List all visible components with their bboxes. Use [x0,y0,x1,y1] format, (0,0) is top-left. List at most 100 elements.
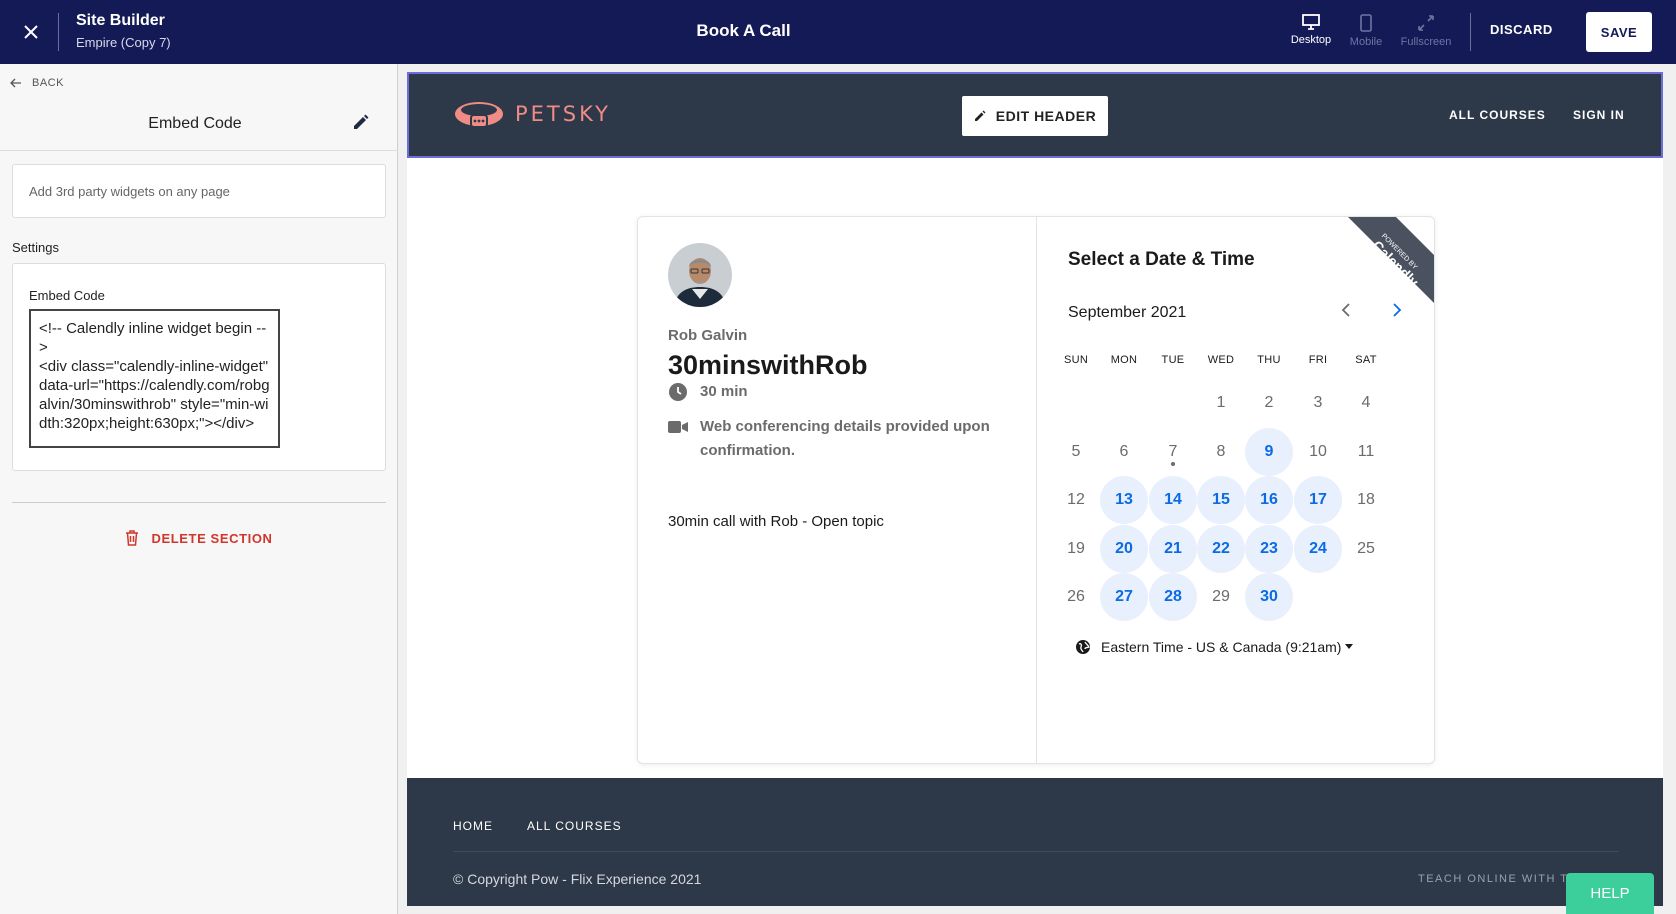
view-desktop-button[interactable]: Desktop [1281,14,1341,46]
calendar-day-number: 22 [1212,539,1230,557]
help-button[interactable]: HELP [1566,873,1654,914]
footer-copyright: © Copyright Pow - Flix Experience 2021 [453,871,702,887]
calendar-day-available[interactable]: 24 [1294,524,1342,573]
calendar-day-available[interactable]: 13 [1100,476,1148,524]
host-photo [668,243,732,307]
view-mobile-button[interactable]: Mobile [1336,14,1396,48]
nav-all-courses[interactable]: ALL COURSES [1449,108,1546,122]
view-fullscreen-button[interactable]: Fullscreen [1396,14,1456,48]
calendar-day-number: 17 [1309,491,1327,508]
footer-teach-online[interactable]: TEACH ONLINE WITH TH [1418,873,1578,885]
calendar-day-number: 20 [1115,539,1133,557]
calendar-day-number: 6 [1119,442,1129,460]
calendar-day-number: 9 [1264,442,1274,460]
calendar-day-number: 28 [1164,588,1182,605]
timezone-label: Eastern Time - US & Canada (9:21am) [1101,639,1342,655]
calendar-day-number: 29 [1212,588,1230,605]
calendar-day: 6 [1100,428,1148,476]
save-button[interactable]: SAVE [1586,12,1652,52]
event-description: 30min call with Rob - Open topic [668,513,884,530]
desktop-icon [1302,14,1320,30]
calendar-day-number: 3 [1313,394,1323,411]
pencil-icon [354,114,369,129]
topbar-divider [1470,13,1471,51]
clock-icon [669,383,687,401]
calendar-day-number: 11 [1357,442,1375,460]
divider [1036,217,1037,763]
calendly-widget: Rob Galvin 30minswithRob 30 min Web conf… [637,216,1435,764]
calendar-day-available[interactable]: 15 [1197,476,1245,524]
calendar-day: 5 [1052,428,1100,476]
calendar-day-number: 27 [1115,588,1133,605]
weekday-header: THU [1257,354,1281,366]
calendar-day-number: 5 [1071,442,1081,460]
view-mobile-label: Mobile [1349,36,1383,48]
today-indicator [1171,461,1175,466]
select-date-title: Select a Date & Time [1068,249,1255,270]
weekday-header: SUN [1063,354,1089,366]
trash-icon [126,530,139,546]
embed-code-textarea[interactable]: <!-- Calendly inline widget begin --> <d… [29,309,280,448]
calendar-day-available[interactable]: 22 [1197,524,1245,573]
duration-text: 30 min [700,383,748,400]
calendar-day-number: 14 [1164,491,1182,508]
calendar-day-number: 15 [1212,491,1230,508]
calendar-day: 1 [1197,379,1245,427]
arrow-left-icon [10,78,21,88]
delete-section-button[interactable]: DELETE SECTION [0,530,398,546]
calendar-day: 3 [1294,379,1342,427]
collar-logo-icon [455,102,503,128]
calendar-day-number: 21 [1164,539,1182,557]
conferencing-text: Web conferencing details provided upon c… [700,418,990,459]
rename-button[interactable] [352,114,369,136]
timezone-selector[interactable]: Eastern Time - US & Canada (9:21am) [1075,639,1354,655]
calendar-day-available[interactable]: 28 [1149,573,1197,621]
settings-heading: Settings [12,240,59,255]
view-desktop-label: Desktop [1290,34,1332,46]
divider [453,851,1619,852]
back-button[interactable]: BACK [10,77,64,89]
site-logo[interactable]: PETSKY [453,97,611,131]
month-label: September 2021 [1068,304,1187,321]
calendar-day: 2 [1245,379,1293,427]
footer-link-all-courses[interactable]: ALL COURSES [527,819,622,833]
calendar-day-number: 16 [1260,491,1278,508]
calendar-day-number: 24 [1309,539,1327,557]
powered-by-calendly-badge[interactable]: POWERED BY Calendly [1298,216,1435,327]
edit-header-button[interactable]: EDIT HEADER [962,96,1108,136]
calendar-day-available[interactable]: 14 [1149,476,1197,524]
calendar-day: 18 [1342,476,1390,524]
calendar-day-available[interactable]: 20 [1100,524,1148,573]
fullscreen-icon [1418,15,1434,31]
caret-down-icon [1345,644,1354,649]
calendar-day-available[interactable]: 27 [1100,573,1148,621]
calendar-day-available[interactable]: 23 [1245,524,1293,573]
back-label: BACK [32,77,64,89]
calendar-day-available[interactable]: 16 [1245,476,1293,524]
video-camera-icon [668,421,688,433]
calendar-day-number: 12 [1067,491,1085,508]
settings-card: Embed Code <!-- Calendly inline widget b… [12,263,386,471]
calendar-day-available[interactable]: 21 [1149,524,1197,573]
calendar-day-available[interactable]: 30 [1245,573,1293,621]
weekday-header: TUE [1161,354,1185,366]
calendar-day-number: 13 [1115,491,1133,508]
calendar-day-available[interactable]: 9 [1245,427,1293,476]
discard-button[interactable]: DISCARD [1490,22,1553,37]
calendar-day-number: 10 [1309,442,1327,460]
calendar-day-available[interactable]: 17 [1294,476,1342,524]
calendar-day: 4 [1342,379,1390,427]
weekday-header: SAT [1355,354,1377,366]
divider [0,150,398,151]
delete-section-label: DELETE SECTION [151,530,273,546]
calendar-day: 26 [1052,573,1100,621]
calendar-day-number: 19 [1067,539,1085,557]
nav-sign-in[interactable]: SIGN IN [1573,108,1625,122]
calendar-day: 10 [1294,428,1342,476]
calendar-day: 12 [1052,476,1100,524]
calendar-day-number: 4 [1361,394,1371,411]
footer-link-home[interactable]: HOME [453,819,493,833]
calendar-day-number: 25 [1357,539,1375,557]
calendar-day-number: 1 [1216,394,1226,411]
event-duration: 30 min [668,380,748,404]
